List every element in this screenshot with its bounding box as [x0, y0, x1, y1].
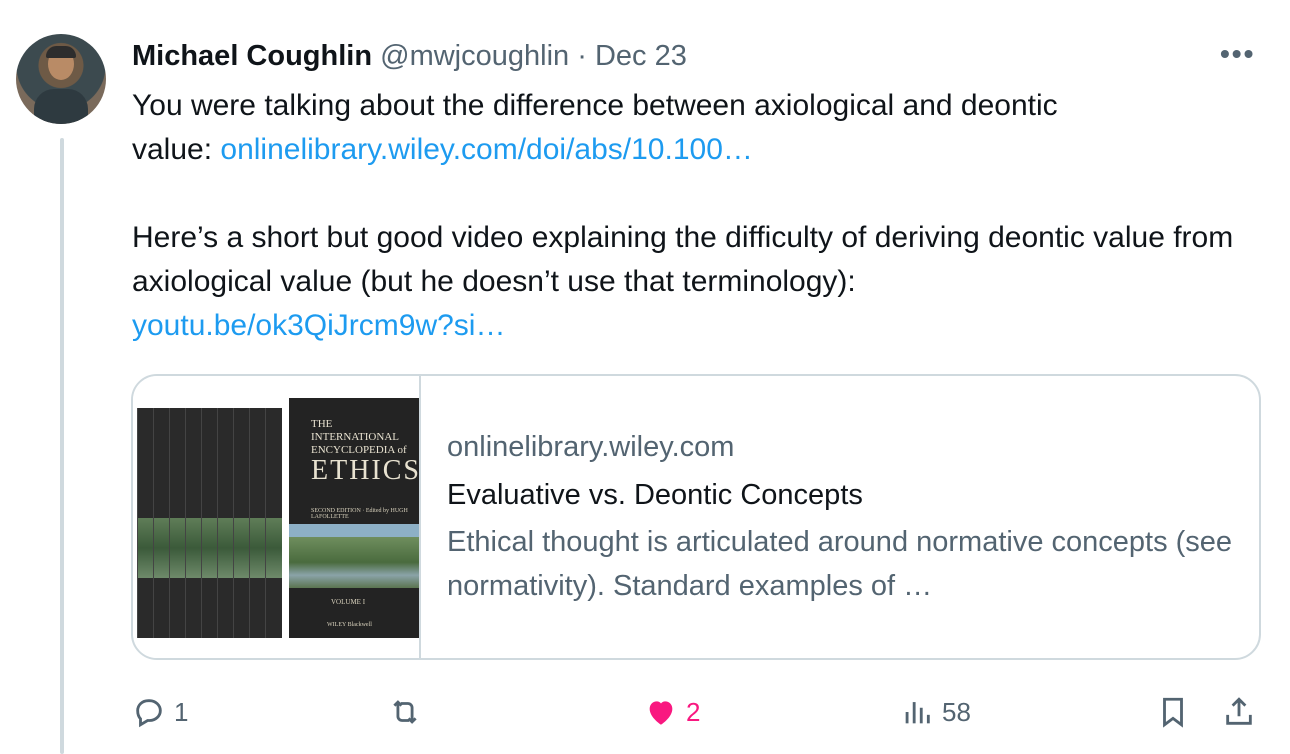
author-name[interactable]: Michael Coughlin [132, 40, 372, 72]
tweet-date[interactable]: Dec 23 [595, 40, 687, 72]
views-count: 58 [942, 696, 971, 727]
tweet-link-youtube[interactable]: youtu.be/ok3QiJrcm9w?si… [132, 304, 1252, 348]
card-text: onlinelibrary.wiley.com Evaluative vs. D… [447, 426, 1237, 608]
tweet-text-line2: value: onlinelibrary.wiley.com/doi/abs/1… [132, 128, 1252, 172]
reply-count: 1 [174, 696, 189, 727]
link-card[interactable]: THE INTERNATIONAL ENCYCLOPEDIA of ETHICS… [131, 374, 1261, 660]
retweet-icon [393, 700, 417, 724]
share-button[interactable] [1222, 690, 1256, 734]
retweet-button[interactable] [388, 690, 430, 734]
tweet-body: You were talking about the difference be… [132, 84, 1252, 348]
bar-chart-icon [905, 702, 930, 724]
avatar[interactable] [16, 34, 106, 124]
thread-line [60, 138, 64, 754]
tweet-text-line1: You were talking about the difference be… [132, 89, 1058, 122]
book-cover-publisher: WILEY Blackwell [327, 622, 372, 628]
reply-button[interactable]: 1 [132, 690, 188, 734]
card-domain: onlinelibrary.wiley.com [447, 431, 735, 463]
tweet-link-wiley[interactable]: onlinelibrary.wiley.com/doi/abs/10.100… [220, 133, 753, 166]
share-icon [1226, 697, 1252, 725]
book-cover: THE INTERNATIONAL ENCYCLOPEDIA of ETHICS… [289, 398, 419, 638]
like-count: 2 [686, 696, 701, 727]
action-bar: 1 2 58 [0, 690, 1290, 740]
book-cover-volume: VOLUME I [331, 598, 366, 606]
heart-icon [649, 701, 673, 725]
more-options-icon[interactable]: ••• [1220, 38, 1255, 70]
book-cover-edition: SECOND EDITION · Edited by HUGH LAFOLLET… [311, 508, 408, 520]
tweet-text-prefix: value: [132, 133, 221, 166]
card-description: Ethical thought is articulated around no… [447, 526, 1233, 602]
bookmark-icon [1163, 697, 1183, 728]
views-button[interactable]: 58 [900, 690, 971, 734]
separator-dot: · [577, 40, 587, 72]
bookmark-button[interactable] [1156, 690, 1190, 734]
tweet-header: Michael Coughlin @mwjcoughlin · Dec 23 [132, 36, 687, 76]
card-title: Evaluative vs. Deontic Concepts [447, 479, 863, 511]
like-button[interactable]: 2 [644, 690, 700, 734]
book-cover-title: ETHICS [311, 455, 421, 486]
reply-icon [136, 699, 162, 728]
author-handle[interactable]: @mwjcoughlin [380, 40, 569, 72]
book-cover-title-small: THE INTERNATIONAL ENCYCLOPEDIA of [311, 418, 407, 456]
tweet-text-para2: Here’s a short but good video explaining… [132, 221, 1234, 298]
card-image: THE INTERNATIONAL ENCYCLOPEDIA of ETHICS… [133, 376, 421, 658]
